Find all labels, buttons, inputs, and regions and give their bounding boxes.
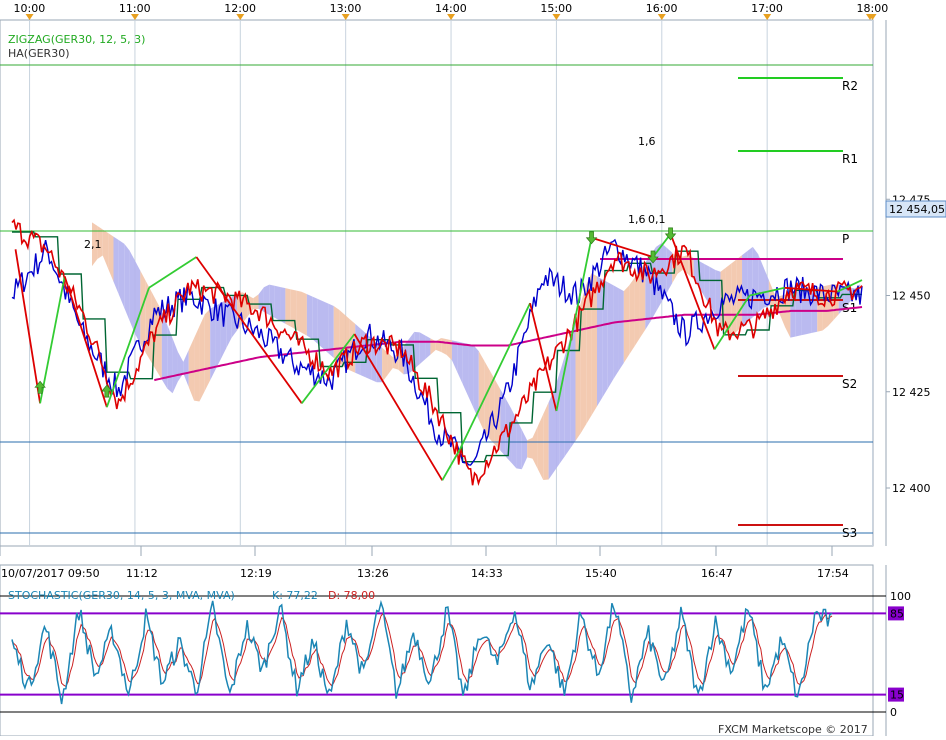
top-time-label: 13:00	[330, 2, 362, 15]
cloud-segment	[301, 291, 307, 336]
cloud-segment	[204, 308, 211, 391]
pivot-label: R1	[842, 152, 858, 166]
bottom-time-label: 15:40	[585, 567, 617, 580]
price-axis-label: 12 400	[892, 482, 931, 495]
cloud-segment	[596, 276, 603, 407]
cloud-segment	[124, 243, 130, 321]
cloud-segment	[129, 250, 135, 334]
pivot-label: S3	[842, 526, 857, 540]
cloud-segment	[312, 296, 318, 344]
price-chart[interactable]: 10:00 11:00 12:00 13:00 14:00 15:00 16:00 17:00…	[0, 0, 946, 737]
watermark-text: FXCM Marketscope © 2017	[718, 723, 868, 736]
top-time-label: 17:00	[751, 2, 783, 15]
cloud-segment	[629, 277, 635, 355]
cloud-segment	[194, 326, 200, 402]
session-marker-icon	[447, 14, 456, 20]
cloud-segment	[527, 437, 533, 459]
current-price-label: 12 454,05	[889, 203, 945, 216]
bottom-time-label: 12:19	[240, 567, 272, 580]
top-time-label: 10:00	[14, 2, 46, 15]
osc-scale-label: 85	[890, 607, 904, 620]
bottom-time-label: 17:54	[817, 567, 849, 580]
stochastic-title[interactable]: STOCHASTIC(GER30, 14, 5, 3, MVA, MVA)	[8, 589, 235, 602]
heikin-ashi-indicator-label[interactable]: HA(GER30)	[8, 47, 70, 60]
zigzag-annotation: 1,6	[638, 135, 656, 148]
top-time-label: 16:00	[646, 2, 678, 15]
osc-scale-label: 15	[890, 689, 904, 702]
cloud-segment	[607, 282, 614, 389]
session-marker-icon	[552, 14, 561, 20]
osc-scale-label: 100	[890, 590, 911, 603]
chart-window: 10:00 11:00 12:00 13:00 14:00 15:00 16:00 17:00…	[0, 0, 946, 737]
bottom-time-label: 11:12	[126, 567, 158, 580]
top-time-label: 15:00	[540, 2, 572, 15]
cloud-segment	[634, 269, 640, 347]
top-time-label: 14:00	[435, 2, 467, 15]
session-marker-icon	[341, 14, 350, 20]
bottom-time-label: 16:47	[701, 567, 733, 580]
zigzag-annotation: 0,1	[648, 213, 666, 226]
session-marker-icon	[657, 14, 666, 20]
pivot-label: S2	[842, 377, 857, 391]
cloud-segment	[543, 402, 549, 480]
pivot-label: R2	[842, 79, 858, 93]
cloud-segment	[134, 260, 141, 344]
top-time-label: 12:00	[224, 2, 256, 15]
top-time-axis: 10:00 11:00 12:00 13:00 14:00 15:00 16:00 17:00…	[14, 2, 889, 20]
price-axis-label: 12 450	[892, 290, 931, 303]
session-marker-icon	[763, 14, 772, 20]
price-axis-label: 12 425	[892, 386, 931, 399]
top-time-label: 18:00	[857, 2, 889, 15]
cloud-segment	[274, 285, 281, 321]
session-marker-icon	[25, 14, 34, 20]
zigzag-indicator-label[interactable]: ZIGZAG(GER30, 12, 5, 3)	[8, 33, 145, 46]
cloud-segment	[623, 285, 630, 363]
cloud-segment	[199, 314, 205, 402]
cloud-segment	[478, 351, 485, 432]
price-axis: 12 47512 45012 42512 400	[886, 193, 931, 495]
cloud-segment	[500, 389, 506, 457]
cloud-segment	[414, 331, 420, 369]
cloud-segment	[280, 286, 286, 324]
cloud-segment	[554, 373, 560, 472]
bottom-time-label: 14:33	[471, 567, 503, 580]
bottom-time-label: 13:26	[357, 567, 389, 580]
session-marker-icon	[130, 14, 139, 20]
cloud-segment	[296, 290, 302, 333]
osc-scale-label: 0	[890, 706, 897, 719]
zigzag-annotation: 1,6	[628, 213, 646, 226]
cloud-segment	[548, 390, 554, 480]
pivot-label: P	[842, 232, 849, 246]
top-time-label: 11:00	[119, 2, 151, 15]
stochastic-d-value: D: 78,00	[328, 589, 375, 602]
stochastic-k-value: K: 77,22	[272, 589, 318, 602]
session-marker-icon	[236, 14, 245, 20]
cloud-segment	[306, 294, 313, 339]
cloud-segment	[613, 285, 619, 380]
cloud-segment	[752, 246, 759, 318]
cloud-segment	[419, 332, 426, 365]
bottom-time-label: 10/07/2017 09:50	[1, 567, 100, 580]
zigzag-annotation: 2,1	[84, 238, 102, 251]
cloud-segment	[618, 288, 624, 372]
cloud-segment	[473, 345, 479, 420]
cloud-segment	[323, 301, 329, 354]
cloud-segment	[441, 337, 447, 355]
